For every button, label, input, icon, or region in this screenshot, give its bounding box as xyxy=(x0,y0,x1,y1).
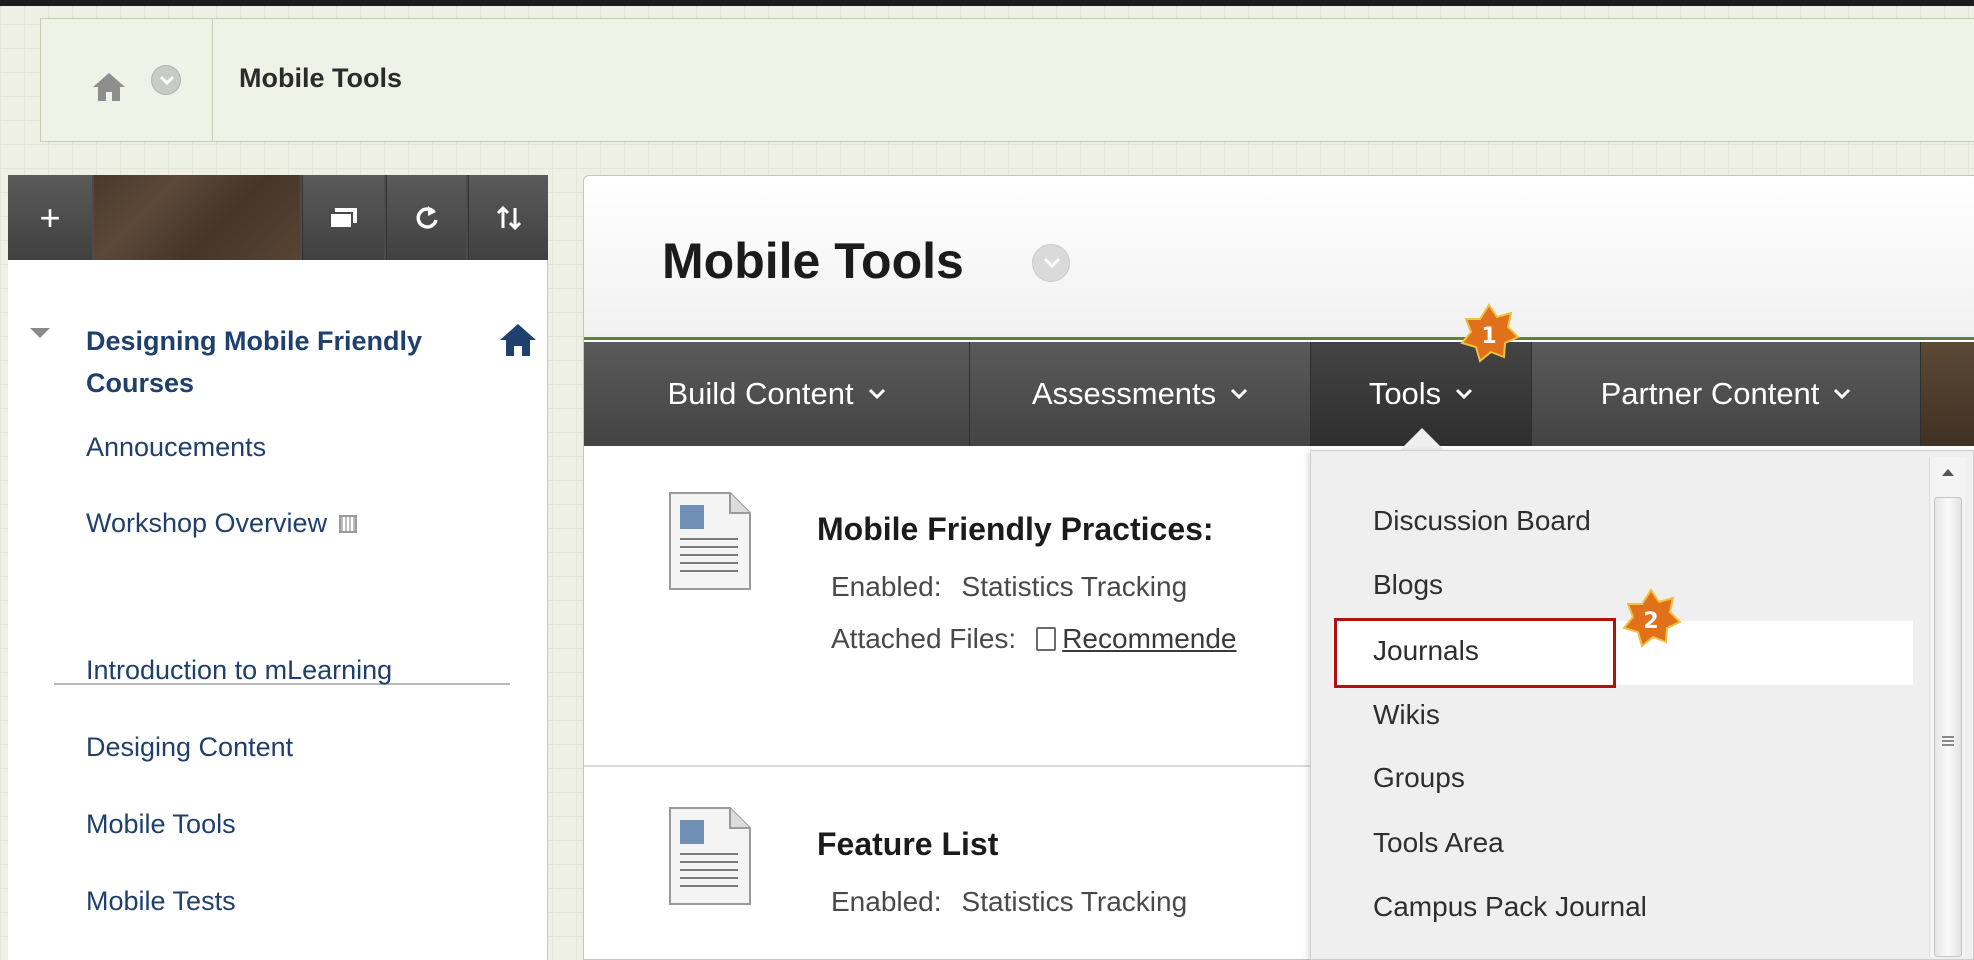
content-area-icon xyxy=(338,515,357,533)
breadcrumb-current: Mobile Tools xyxy=(239,63,402,93)
step-1-badge: 1 xyxy=(1460,303,1520,363)
collapse-caret-icon[interactable] xyxy=(30,328,50,338)
item-enabled: Enabled: Statistics Tracking xyxy=(831,886,1188,917)
refresh-button[interactable] xyxy=(386,175,466,260)
home-icon[interactable] xyxy=(498,320,538,360)
add-menu-item-button[interactable]: + xyxy=(8,175,92,260)
content-header: Mobile Tools xyxy=(584,176,1974,340)
attached-file-link[interactable]: Recommende xyxy=(1036,623,1237,654)
home-icon[interactable] xyxy=(89,67,129,107)
item-attached-files: Attached Files: Recommende xyxy=(831,623,1237,654)
tools-dropdown: Discussion Board Blogs Journals Wikis Gr… xyxy=(1310,450,1974,960)
menu-link-mobile-tests[interactable]: Mobile Tests xyxy=(86,886,236,917)
breadcrumb: Mobile Tools xyxy=(40,18,1974,142)
reorder-button[interactable] xyxy=(468,175,548,260)
chevron-down-icon xyxy=(1456,388,1473,400)
partner-content-menu[interactable]: Partner Content xyxy=(1532,342,1921,446)
course-menu: + Designing Mobile Friendly Courses Anno… xyxy=(8,175,548,960)
build-content-menu[interactable]: Build Content xyxy=(584,342,970,446)
file-icon xyxy=(1036,627,1057,651)
svg-text:1: 1 xyxy=(1481,324,1496,349)
menu-link-workshop-overview[interactable]: Workshop Overview xyxy=(86,508,357,539)
menu-link-announcements[interactable]: Annoucements xyxy=(86,432,266,463)
scroll-grip-icon xyxy=(1942,736,1954,746)
course-menu-body: Designing Mobile Friendly Courses Annouc… xyxy=(8,260,548,960)
menu-link-mobile-tools[interactable]: Mobile Tools xyxy=(86,809,236,840)
breadcrumb-home-group xyxy=(41,19,213,141)
chevron-down-icon xyxy=(159,75,175,86)
top-border xyxy=(0,0,1974,6)
step-2-badge: 2 xyxy=(1622,588,1682,648)
chevron-down-icon xyxy=(1043,257,1061,269)
page-title: Mobile Tools xyxy=(662,233,964,289)
assessments-menu[interactable]: Assessments xyxy=(970,342,1311,446)
course-title[interactable]: Designing Mobile Friendly Courses xyxy=(86,320,466,404)
tools-item-blogs[interactable]: Blogs xyxy=(1373,569,1443,601)
menu-link-intro-mlearning[interactable]: Introduction to mLearning xyxy=(86,655,392,686)
action-bar-overflow xyxy=(1921,342,1974,446)
chevron-down-icon xyxy=(1834,388,1851,400)
svg-text:2: 2 xyxy=(1643,609,1658,634)
display-icon xyxy=(328,207,357,229)
page-options-button[interactable] xyxy=(1032,244,1070,282)
item-title[interactable]: Feature List xyxy=(817,826,998,863)
chevron-down-icon xyxy=(1231,388,1248,400)
sort-icon xyxy=(496,205,521,230)
tools-item-groups[interactable]: Groups xyxy=(1373,762,1465,794)
course-menu-toolbar: + xyxy=(8,175,548,260)
chevron-down-icon xyxy=(868,388,885,400)
journals-callout-box xyxy=(1334,618,1616,688)
item-title[interactable]: Mobile Friendly Practices: xyxy=(817,511,1214,548)
plus-icon: + xyxy=(39,196,61,238)
tools-item-campus-pack-journal[interactable]: Campus Pack Journal xyxy=(1373,891,1647,923)
item-enabled: Enabled: Statistics Tracking xyxy=(831,571,1188,602)
document-icon xyxy=(669,492,751,590)
display-view-button[interactable] xyxy=(302,175,384,260)
tools-item-tools-area[interactable]: Tools Area xyxy=(1373,827,1504,859)
scroll-thumb[interactable] xyxy=(1934,497,1962,957)
course-banner xyxy=(94,175,300,260)
breadcrumb-menu-button[interactable] xyxy=(151,65,181,95)
scroll-up-arrow-icon[interactable] xyxy=(1941,467,1955,477)
tools-item-wikis[interactable]: Wikis xyxy=(1373,699,1440,731)
dropdown-scrollbar[interactable] xyxy=(1929,457,1965,957)
action-bar: Build Content Assessments Tools Partner … xyxy=(584,342,1974,446)
refresh-icon xyxy=(416,205,438,229)
dropdown-pointer xyxy=(1398,428,1446,452)
document-icon xyxy=(669,807,751,905)
tools-item-discussion-board[interactable]: Discussion Board xyxy=(1373,505,1591,537)
menu-link-designing-content[interactable]: Desiging Content xyxy=(86,732,293,763)
